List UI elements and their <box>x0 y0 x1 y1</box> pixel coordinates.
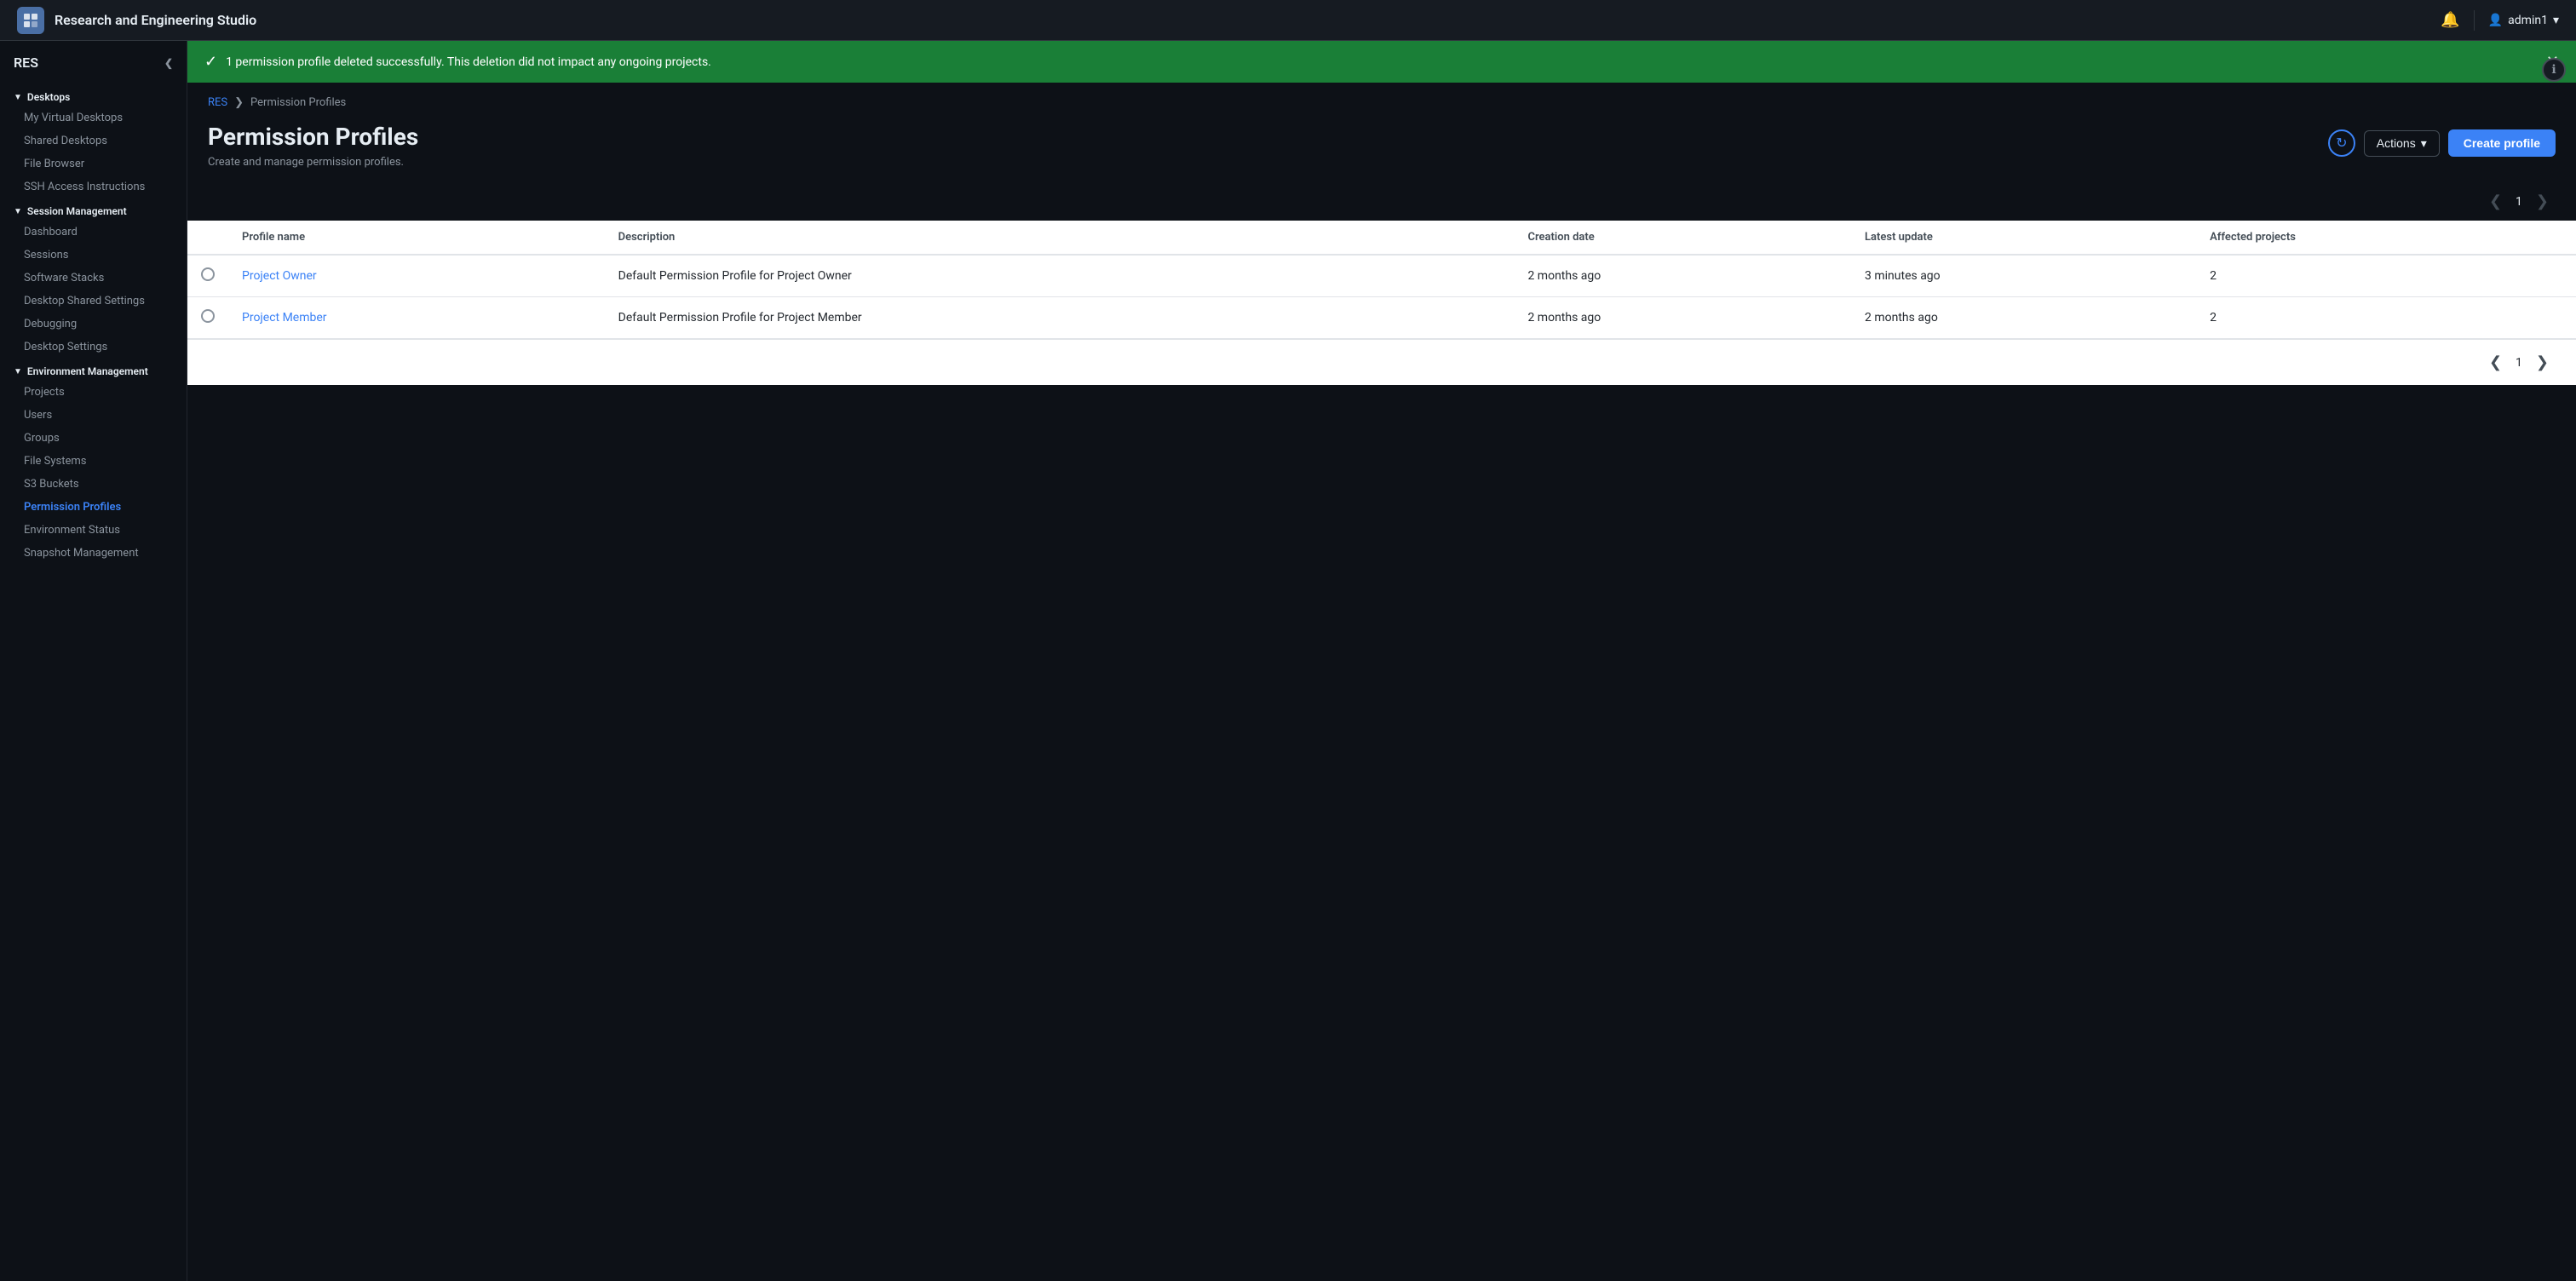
permission-profiles-table: Profile name Description Creation date L… <box>187 221 2576 339</box>
col-latest-update: Latest update <box>1851 221 2196 255</box>
success-banner: ✓ 1 permission profile deleted successfu… <box>187 41 2576 83</box>
sidebar-item-shared-desktops[interactable]: Shared Desktops <box>0 129 187 152</box>
sidebar-header: RES ❮ <box>0 55 187 84</box>
next-page-button-bottom[interactable]: ❯ <box>2529 350 2556 375</box>
refresh-button[interactable]: ↻ <box>2328 129 2355 157</box>
sidebar-collapse-button[interactable]: ❮ <box>164 57 173 69</box>
actions-label: Actions <box>2377 136 2416 150</box>
app-logo <box>17 7 44 34</box>
page-title: Permission Profiles <box>208 123 418 151</box>
sidebar-item-my-virtual-desktops[interactable]: My Virtual Desktops <box>0 106 187 129</box>
user-menu[interactable]: 👤 admin1 ▾ <box>2488 14 2559 27</box>
sidebar-item-projects[interactable]: Projects <box>0 381 187 404</box>
latest-update-cell: 3 minutes ago <box>1851 255 2196 297</box>
page-number: 1 <box>2516 195 2522 209</box>
breadcrumb: RES ❯ Permission Profiles <box>187 83 2576 116</box>
section-label: Session Management <box>27 205 127 217</box>
sidebar-item-software-stacks[interactable]: Software Stacks <box>0 267 187 290</box>
profile-name-cell: Project Member <box>228 297 605 339</box>
sidebar-item-file-browser[interactable]: File Browser <box>0 152 187 175</box>
topbar-right: 🔔 👤 admin1 ▾ <box>2441 10 2559 31</box>
chevron-down-icon: ▼ <box>14 93 22 102</box>
creation-date-cell: 2 months ago <box>1514 255 1851 297</box>
sidebar-title: RES <box>14 55 38 71</box>
sidebar-section-environment-management[interactable]: ▼ Environment Management <box>0 359 187 381</box>
prev-page-button-bottom[interactable]: ❮ <box>2482 350 2509 375</box>
table-row: Project Member Default Permission Profil… <box>187 297 2576 339</box>
sidebar-item-snapshot-management[interactable]: Snapshot Management <box>0 542 187 565</box>
affected-projects-cell: 2 <box>2196 255 2576 297</box>
user-icon: 👤 <box>2488 14 2503 27</box>
table-row: Project Owner Default Permission Profile… <box>187 255 2576 297</box>
description-cell: Default Permission Profile for Project O… <box>605 255 1515 297</box>
col-description: Description <box>605 221 1515 255</box>
chevron-down-icon: ▼ <box>14 367 22 376</box>
sidebar-item-permission-profiles[interactable]: Permission Profiles <box>0 496 187 519</box>
success-check-icon: ✓ <box>204 53 217 71</box>
sidebar-item-environment-status[interactable]: Environment Status <box>0 519 187 542</box>
pagination-top: ❮ 1 ❯ <box>187 182 2576 221</box>
row-radio-button[interactable] <box>201 267 215 281</box>
breadcrumb-current: Permission Profiles <box>250 96 346 109</box>
breadcrumb-separator: ❯ <box>234 96 244 109</box>
username: admin1 <box>2508 14 2548 27</box>
affected-projects-cell: 2 <box>2196 297 2576 339</box>
sidebar-item-dashboard[interactable]: Dashboard <box>0 221 187 244</box>
page-header-right: ↻ Actions ▾ Create profile <box>2328 129 2556 157</box>
description-cell: Default Permission Profile for Project M… <box>605 297 1515 339</box>
section-label: Desktops <box>27 91 70 103</box>
sidebar: RES ❮ ▼ Desktops My Virtual Desktops Sha… <box>0 41 187 1281</box>
main-layout: RES ❮ ▼ Desktops My Virtual Desktops Sha… <box>0 41 2576 1281</box>
profile-name-link[interactable]: Project Owner <box>242 269 317 283</box>
row-radio-button[interactable] <box>201 309 215 323</box>
pagination-bottom: ❮ 1 ❯ <box>187 339 2576 385</box>
page-header: Permission Profiles Create and manage pe… <box>187 116 2576 182</box>
breadcrumb-root[interactable]: RES <box>208 96 227 109</box>
actions-dropdown-icon: ▾ <box>2421 136 2427 151</box>
sidebar-section-desktops[interactable]: ▼ Desktops <box>0 84 187 106</box>
sidebar-item-groups[interactable]: Groups <box>0 427 187 450</box>
col-affected-projects: Affected projects <box>2196 221 2576 255</box>
row-select-cell <box>187 297 228 339</box>
sidebar-item-debugging[interactable]: Debugging <box>0 313 187 336</box>
sidebar-item-users[interactable]: Users <box>0 404 187 427</box>
chevron-down-icon: ▼ <box>14 207 22 216</box>
page-content: RES ❯ Permission Profiles Permission Pro… <box>187 83 2576 1281</box>
creation-date-cell: 2 months ago <box>1514 297 1851 339</box>
page-subtitle: Create and manage permission profiles. <box>208 156 418 169</box>
notification-icon[interactable]: 🔔 <box>2441 11 2459 29</box>
topbar: Research and Engineering Studio 🔔 👤 admi… <box>0 0 2576 41</box>
topbar-left: Research and Engineering Studio <box>17 7 256 34</box>
topbar-divider <box>2474 10 2475 31</box>
app-title: Research and Engineering Studio <box>55 12 256 28</box>
content-area: ✓ 1 permission profile deleted successfu… <box>187 41 2576 1281</box>
info-icon[interactable]: ℹ <box>2542 58 2566 82</box>
table-container: Profile name Description Creation date L… <box>187 221 2576 385</box>
col-profile-name: Profile name <box>228 221 605 255</box>
col-creation-date: Creation date <box>1514 221 1851 255</box>
page-number-bottom: 1 <box>2516 356 2522 370</box>
profile-name-link[interactable]: Project Member <box>242 311 327 325</box>
sidebar-item-s3-buckets[interactable]: S3 Buckets <box>0 473 187 496</box>
profile-name-cell: Project Owner <box>228 255 605 297</box>
table-header-row: Profile name Description Creation date L… <box>187 221 2576 255</box>
prev-page-button[interactable]: ❮ <box>2482 189 2509 214</box>
sidebar-section-session-management[interactable]: ▼ Session Management <box>0 198 187 221</box>
section-label: Environment Management <box>27 365 148 377</box>
sidebar-item-sessions[interactable]: Sessions <box>0 244 187 267</box>
actions-button[interactable]: Actions ▾ <box>2364 130 2440 157</box>
banner-message: 1 permission profile deleted successfull… <box>226 55 711 69</box>
latest-update-cell: 2 months ago <box>1851 297 2196 339</box>
create-profile-button[interactable]: Create profile <box>2448 129 2556 157</box>
sidebar-item-ssh-access[interactable]: SSH Access Instructions <box>0 175 187 198</box>
sidebar-item-desktop-settings[interactable]: Desktop Settings <box>0 336 187 359</box>
sidebar-item-desktop-shared-settings[interactable]: Desktop Shared Settings <box>0 290 187 313</box>
page-header-left: Permission Profiles Create and manage pe… <box>208 123 418 169</box>
user-dropdown-icon: ▾ <box>2553 14 2559 27</box>
col-select <box>187 221 228 255</box>
sidebar-item-file-systems[interactable]: File Systems <box>0 450 187 473</box>
next-page-button[interactable]: ❯ <box>2529 189 2556 214</box>
row-select-cell <box>187 255 228 297</box>
